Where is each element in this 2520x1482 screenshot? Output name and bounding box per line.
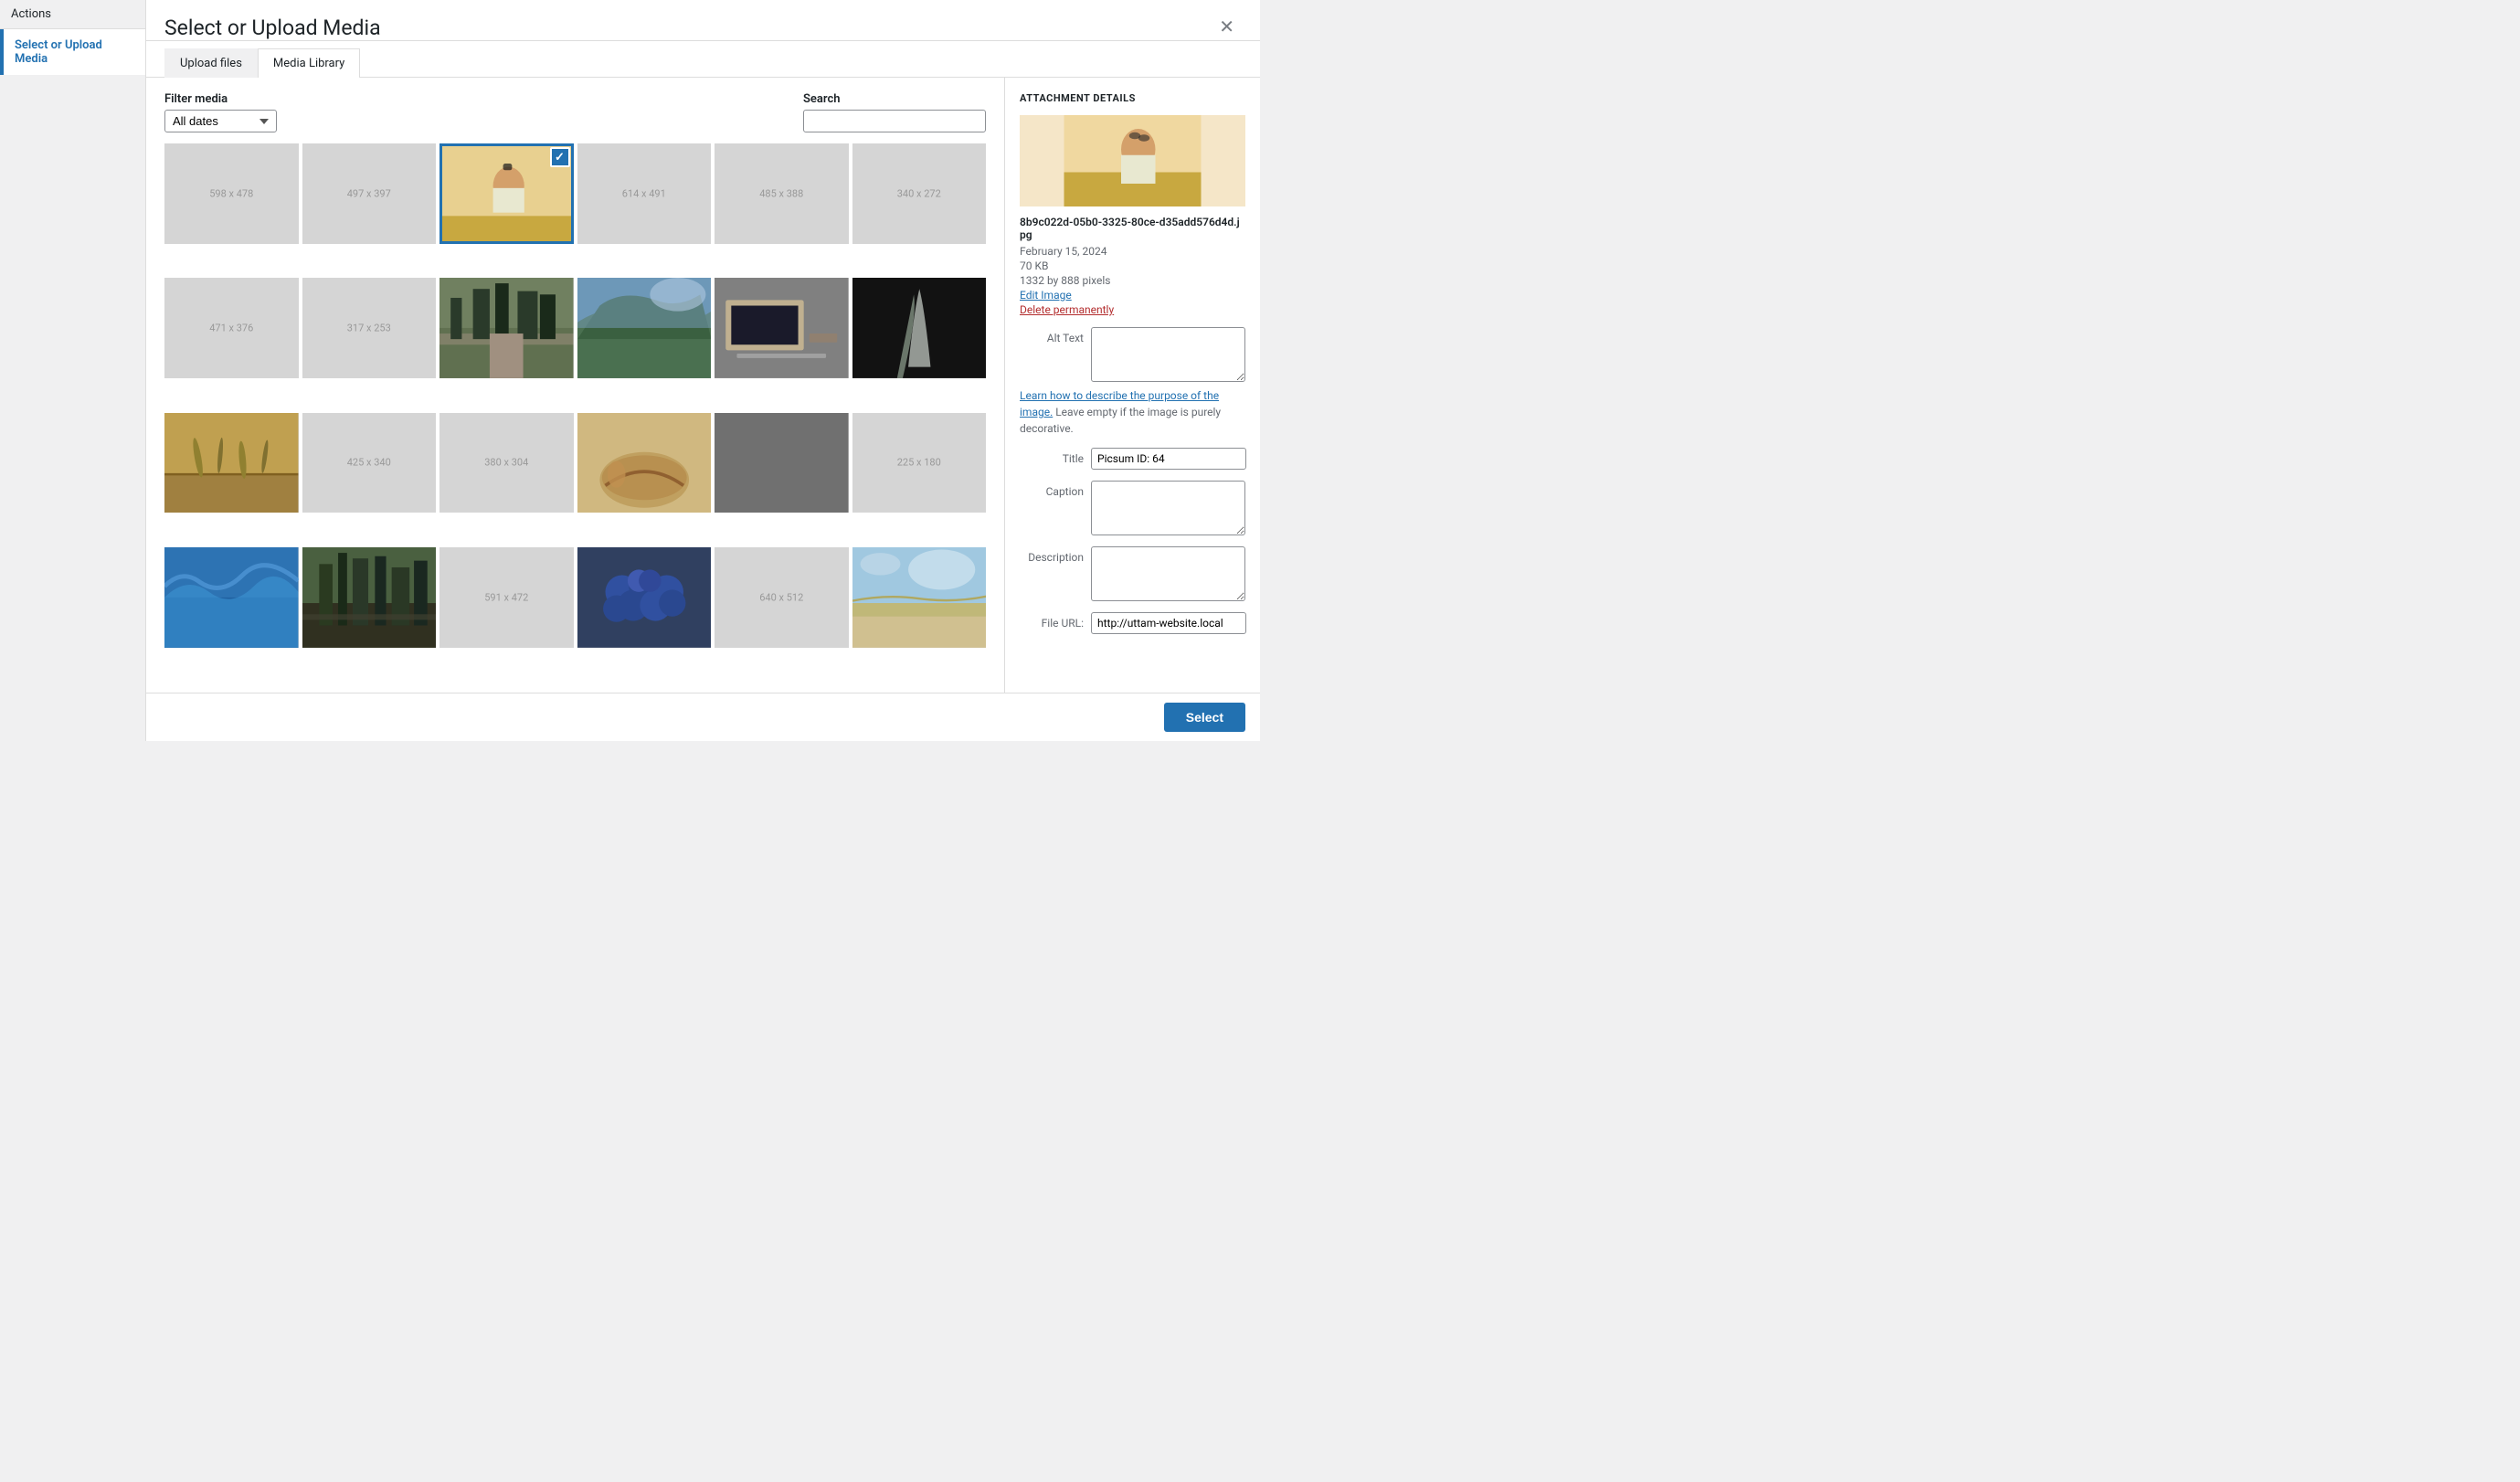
placeholder-label: 485 x 388 (759, 187, 803, 199)
media-item[interactable] (577, 278, 712, 378)
placeholder-label: 471 x 376 (209, 323, 253, 334)
file-url-input[interactable] (1091, 612, 1246, 634)
placeholder-label: 497 x 397 (347, 187, 391, 199)
media-item[interactable]: 497 x 397 (302, 143, 437, 244)
media-item[interactable]: 598 x 478 (164, 143, 299, 244)
caption-label: Caption (1020, 481, 1084, 498)
media-item[interactable]: 317 x 253 (302, 278, 437, 378)
media-item[interactable]: 485 x 388 (715, 143, 849, 244)
media-item[interactable] (302, 547, 437, 648)
selected-check-badge: ✓ (550, 147, 570, 167)
placeholder-label: 425 x 340 (347, 457, 391, 469)
file-url-row: File URL: (1020, 612, 1245, 634)
alt-text-input[interactable] (1091, 327, 1245, 382)
media-item[interactable] (164, 413, 299, 513)
attachment-panel: ATTACHMENT DETAILS 8b9c022d-05b0-3325-80… (1004, 78, 1260, 693)
media-dialog: Select or Upload Media ✕ Upload files Me… (146, 0, 1260, 741)
media-item[interactable] (577, 413, 712, 513)
file-url-label: File URL: (1020, 612, 1084, 630)
media-grid: 598 x 478 497 x 397 ✓ 614 x 491 485 x 388 34… (164, 143, 986, 678)
attachment-thumbnail (1020, 115, 1245, 206)
media-item[interactable]: 380 x 304 (439, 413, 574, 513)
title-row: Title (1020, 448, 1245, 470)
delete-permanently-link[interactable]: Delete permanently (1020, 303, 1245, 316)
search-input[interactable] (803, 110, 986, 132)
thumbnail-svg (1020, 115, 1245, 206)
alt-text-label: Alt Text (1020, 327, 1084, 344)
alt-text-help: Learn how to describe the purpose of the… (1020, 387, 1245, 437)
placeholder-label: 640 x 512 (759, 591, 803, 603)
media-item[interactable]: 471 x 376 (164, 278, 299, 378)
dialog-footer: Select (146, 693, 1260, 741)
alt-text-row: Alt Text (1020, 327, 1245, 382)
description-input[interactable] (1091, 546, 1245, 601)
filter-row: Filter media All dates January 2024 Febr… (164, 92, 986, 132)
media-item[interactable]: ✓ (439, 143, 574, 244)
dialog-body: Filter media All dates January 2024 Febr… (146, 78, 1260, 693)
description-label: Description (1020, 546, 1084, 564)
placeholder-label: 598 x 478 (209, 187, 253, 199)
tab-upload-files[interactable]: Upload files (164, 48, 258, 78)
placeholder-label: 614 x 491 (622, 187, 666, 199)
placeholder-label: 380 x 304 (484, 457, 528, 469)
media-item[interactable]: 614 x 491 (577, 143, 712, 244)
media-item[interactable] (164, 547, 299, 648)
placeholder-label: 225 x 180 (897, 457, 941, 469)
media-item[interactable]: 340 x 272 (852, 143, 987, 244)
attachment-filename: 8b9c022d-05b0-3325-80ce-d35add576d4d.jpg (1020, 216, 1245, 241)
attachment-date: February 15, 2024 (1020, 245, 1245, 258)
media-item[interactable] (852, 547, 987, 648)
media-item[interactable]: 640 x 512 (715, 547, 849, 648)
description-row: Description (1020, 546, 1245, 601)
caption-row: Caption (1020, 481, 1245, 535)
placeholder-label: 591 x 472 (484, 591, 528, 603)
media-item[interactable]: 591 x 472 (439, 547, 574, 648)
placeholder-label: 340 x 272 (897, 187, 941, 199)
search-label: Search (803, 92, 986, 106)
tabs-container: Upload files Media Library (146, 48, 1260, 78)
tab-media-library[interactable]: Media Library (258, 48, 360, 78)
sidebar: Actions Select or Upload Media (0, 0, 146, 741)
dialog-header: Select or Upload Media ✕ (146, 0, 1260, 41)
media-area: Filter media All dates January 2024 Febr… (146, 78, 1004, 693)
title-label: Title (1020, 448, 1084, 465)
attachment-heading: ATTACHMENT DETAILS (1020, 92, 1245, 104)
sidebar-select-upload[interactable]: Select or Upload Media (0, 29, 145, 75)
attachment-filesize: 70 KB (1020, 259, 1245, 272)
media-item[interactable] (439, 278, 574, 378)
search-group: Search (803, 92, 986, 132)
placeholder-label: 317 x 253 (347, 323, 391, 334)
media-item[interactable]: 425 x 340 (302, 413, 437, 513)
edit-image-link[interactable]: Edit Image (1020, 289, 1245, 302)
title-input[interactable] (1091, 448, 1246, 470)
media-item[interactable] (715, 413, 849, 513)
media-item[interactable] (715, 278, 849, 378)
filter-group: Filter media All dates January 2024 Febr… (164, 92, 277, 132)
filter-select[interactable]: All dates January 2024 February 2024 Mar… (164, 110, 277, 132)
select-button[interactable]: Select (1164, 703, 1245, 732)
media-item[interactable] (852, 278, 987, 378)
close-button[interactable]: ✕ (1212, 15, 1242, 40)
media-item[interactable]: 225 x 180 (852, 413, 987, 513)
sidebar-actions-label: Actions (0, 0, 145, 29)
filter-media-label: Filter media (164, 92, 277, 106)
caption-input[interactable] (1091, 481, 1245, 535)
attachment-dimensions: 1332 by 888 pixels (1020, 274, 1245, 287)
media-item[interactable] (577, 547, 712, 648)
dialog-title: Select or Upload Media (164, 16, 381, 40)
